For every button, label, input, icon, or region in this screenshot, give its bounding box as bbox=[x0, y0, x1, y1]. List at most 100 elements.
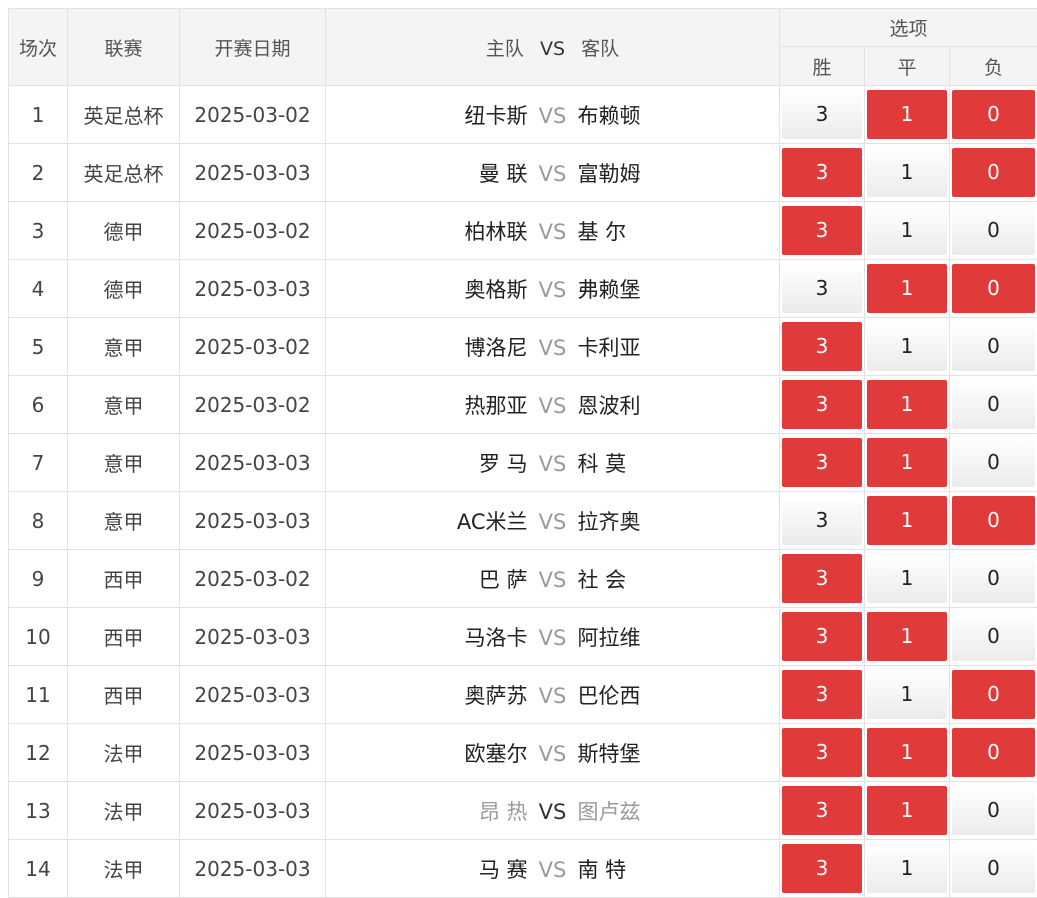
option-win-button[interactable]: 3 bbox=[782, 206, 862, 255]
match-number: 13 bbox=[9, 782, 68, 840]
table-row: 1英足总杯2025-03-02纽卡斯VS布赖顿310 bbox=[9, 86, 1037, 144]
match-number: 9 bbox=[9, 550, 68, 608]
option-lose-button[interactable]: 0 bbox=[952, 438, 1035, 487]
option-lose-button[interactable]: 0 bbox=[952, 206, 1035, 255]
league-name: 意甲 bbox=[68, 376, 180, 434]
option-win-button[interactable]: 3 bbox=[782, 496, 862, 545]
vs-label: VS bbox=[528, 162, 578, 186]
teams-cell: 巴 萨VS社 会 bbox=[326, 550, 780, 608]
option-lose-button[interactable]: 0 bbox=[952, 728, 1035, 777]
teams-cell: AC米兰VS拉齐奥 bbox=[326, 492, 780, 550]
match-date: 2025-03-03 bbox=[180, 144, 326, 202]
option-draw-button[interactable]: 1 bbox=[867, 206, 947, 255]
home-team: 曼 联 bbox=[328, 158, 528, 188]
option-draw-button[interactable]: 1 bbox=[867, 438, 947, 487]
option-lose-button[interactable]: 0 bbox=[952, 90, 1035, 139]
teams-cell: 欧塞尔VS斯特堡 bbox=[326, 724, 780, 782]
option-draw-cell: 1 bbox=[865, 782, 950, 840]
option-draw-button[interactable]: 1 bbox=[867, 786, 947, 835]
option-win-cell: 3 bbox=[780, 782, 865, 840]
option-win-button[interactable]: 3 bbox=[782, 148, 862, 197]
option-draw-button[interactable]: 1 bbox=[867, 264, 947, 313]
option-draw-button[interactable]: 1 bbox=[867, 612, 947, 661]
match-date: 2025-03-02 bbox=[180, 202, 326, 260]
option-win-button[interactable]: 3 bbox=[782, 264, 862, 313]
option-draw-button[interactable]: 1 bbox=[867, 322, 947, 371]
table-row: 3德甲2025-03-02柏林联VS基 尔310 bbox=[9, 202, 1037, 260]
vs-label: VS bbox=[528, 394, 578, 418]
option-draw-button[interactable]: 1 bbox=[867, 148, 947, 197]
league-name: 德甲 bbox=[68, 202, 180, 260]
option-draw-button[interactable]: 1 bbox=[867, 380, 947, 429]
option-lose-cell: 0 bbox=[950, 434, 1037, 492]
match-date: 2025-03-03 bbox=[180, 260, 326, 318]
option-win-button[interactable]: 3 bbox=[782, 670, 862, 719]
league-name: 西甲 bbox=[68, 608, 180, 666]
vs-label: VS bbox=[528, 104, 578, 128]
away-team: 卡利亚 bbox=[578, 332, 778, 362]
league-name: 法甲 bbox=[68, 840, 180, 898]
option-win-button[interactable]: 3 bbox=[782, 844, 862, 893]
option-draw-button[interactable]: 1 bbox=[867, 728, 947, 777]
option-win-cell: 3 bbox=[780, 260, 865, 318]
match-number: 14 bbox=[9, 840, 68, 898]
option-lose-button[interactable]: 0 bbox=[952, 786, 1035, 835]
option-lose-button[interactable]: 0 bbox=[952, 670, 1035, 719]
match-number: 3 bbox=[9, 202, 68, 260]
option-draw-button[interactable]: 1 bbox=[867, 670, 947, 719]
league-name: 西甲 bbox=[68, 550, 180, 608]
match-date: 2025-03-03 bbox=[180, 782, 326, 840]
match-number: 11 bbox=[9, 666, 68, 724]
option-draw-button[interactable]: 1 bbox=[867, 844, 947, 893]
match-number: 6 bbox=[9, 376, 68, 434]
option-win-button[interactable]: 3 bbox=[782, 438, 862, 487]
option-draw-button[interactable]: 1 bbox=[867, 90, 947, 139]
home-team: 巴 萨 bbox=[328, 564, 528, 594]
option-lose-button[interactable]: 0 bbox=[952, 496, 1035, 545]
option-draw-button[interactable]: 1 bbox=[867, 496, 947, 545]
option-lose-cell: 0 bbox=[950, 318, 1037, 376]
home-team: 昂 热 bbox=[328, 796, 528, 826]
option-win-button[interactable]: 3 bbox=[782, 380, 862, 429]
option-lose-button[interactable]: 0 bbox=[952, 844, 1035, 893]
away-team: 巴伦西 bbox=[578, 680, 778, 710]
league-name: 英足总杯 bbox=[68, 144, 180, 202]
table-row: 6意甲2025-03-02热那亚VS恩波利310 bbox=[9, 376, 1037, 434]
option-lose-button[interactable]: 0 bbox=[952, 554, 1035, 603]
home-team: 马洛卡 bbox=[328, 622, 528, 652]
option-lose-button[interactable]: 0 bbox=[952, 322, 1035, 371]
option-lose-button[interactable]: 0 bbox=[952, 148, 1035, 197]
option-win-button[interactable]: 3 bbox=[782, 90, 862, 139]
away-team: 拉齐奥 bbox=[578, 506, 778, 536]
match-number: 2 bbox=[9, 144, 68, 202]
away-team: 图卢兹 bbox=[578, 796, 778, 826]
league-name: 意甲 bbox=[68, 434, 180, 492]
header-win: 胜 bbox=[780, 47, 865, 86]
option-draw-button[interactable]: 1 bbox=[867, 554, 947, 603]
header-options: 选项 bbox=[780, 9, 1037, 47]
option-lose-cell: 0 bbox=[950, 608, 1037, 666]
match-date: 2025-03-03 bbox=[180, 666, 326, 724]
option-win-button[interactable]: 3 bbox=[782, 322, 862, 371]
option-lose-button[interactable]: 0 bbox=[952, 264, 1035, 313]
league-name: 德甲 bbox=[68, 260, 180, 318]
table-row: 13法甲2025-03-03昂 热VS图卢兹310 bbox=[9, 782, 1037, 840]
teams-cell: 马洛卡VS阿拉维 bbox=[326, 608, 780, 666]
table-row: 2英足总杯2025-03-03曼 联VS富勒姆310 bbox=[9, 144, 1037, 202]
match-table: 场次 联赛 开赛日期 主队 VS 客队 选项 胜 平 负 1英足总杯2025-0… bbox=[8, 8, 1037, 898]
option-lose-cell: 0 bbox=[950, 144, 1037, 202]
option-lose-button[interactable]: 0 bbox=[952, 380, 1035, 429]
teams-cell: 奥格斯VS弗赖堡 bbox=[326, 260, 780, 318]
option-win-button[interactable]: 3 bbox=[782, 612, 862, 661]
option-win-button[interactable]: 3 bbox=[782, 554, 862, 603]
option-lose-cell: 0 bbox=[950, 492, 1037, 550]
option-win-button[interactable]: 3 bbox=[782, 728, 862, 777]
option-win-cell: 3 bbox=[780, 492, 865, 550]
vs-label: VS bbox=[528, 452, 578, 476]
option-lose-button[interactable]: 0 bbox=[952, 612, 1035, 661]
option-win-button[interactable]: 3 bbox=[782, 786, 862, 835]
option-draw-cell: 1 bbox=[865, 202, 950, 260]
header-date: 开赛日期 bbox=[180, 9, 326, 86]
header-vs: VS bbox=[530, 38, 575, 60]
option-draw-cell: 1 bbox=[865, 376, 950, 434]
